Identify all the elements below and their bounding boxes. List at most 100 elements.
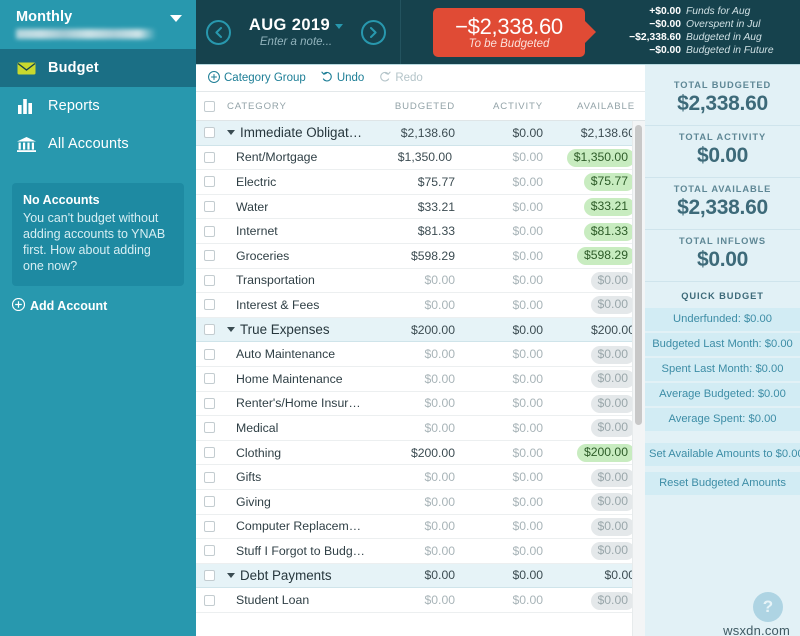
quick-budget-action-button[interactable]: Set Available Amounts to $0.00: [645, 443, 800, 468]
scrollbar-thumb[interactable]: [635, 125, 642, 425]
row-checkbox[interactable]: [203, 545, 215, 557]
category-name-cell[interactable]: Giving: [222, 495, 365, 509]
activity-cell[interactable]: $0.00: [465, 271, 553, 289]
activity-cell[interactable]: $0.00: [465, 419, 553, 437]
activity-cell[interactable]: $0.00: [465, 321, 553, 339]
row-checkbox[interactable]: [203, 348, 215, 360]
category-name-cell[interactable]: True Expenses: [222, 322, 365, 337]
row-checkbox[interactable]: [203, 471, 215, 483]
row-checkbox[interactable]: [203, 520, 215, 532]
activity-cell[interactable]: $0.00: [465, 394, 553, 412]
activity-cell[interactable]: $0.00: [465, 493, 553, 511]
category-name-cell[interactable]: Home Maintenance: [222, 372, 365, 386]
quick-budget-action-button[interactable]: Reset Budgeted Amounts: [645, 472, 800, 497]
category-name-cell[interactable]: Groceries: [222, 249, 365, 263]
category-name-cell[interactable]: Water: [222, 200, 365, 214]
prev-month-button[interactable]: [206, 19, 231, 45]
row-checkbox[interactable]: [203, 397, 215, 409]
month-selector[interactable]: AUG 2019: [240, 16, 352, 35]
activity-cell[interactable]: $0.00: [465, 345, 553, 363]
table-row[interactable]: Medical $0.00 $0.00 $0.00: [196, 416, 645, 441]
budgeted-cell[interactable]: $81.33: [365, 222, 465, 240]
activity-cell[interactable]: $0.00: [465, 198, 553, 216]
table-row[interactable]: Interest & Fees $0.00 $0.00 $0.00: [196, 293, 645, 318]
budgeted-cell[interactable]: $0.00: [365, 271, 465, 289]
row-checkbox[interactable]: [203, 274, 215, 286]
category-name-cell[interactable]: Student Loan: [222, 593, 365, 607]
category-name-cell[interactable]: Interest & Fees: [222, 298, 365, 312]
quick-budget-button[interactable]: Underfunded: $0.00: [645, 308, 800, 333]
table-row[interactable]: Auto Maintenance $0.00 $0.00 $0.00: [196, 342, 645, 367]
table-row[interactable]: Groceries $598.29 $0.00 $598.29: [196, 244, 645, 269]
budgeted-cell[interactable]: $0.00: [365, 370, 465, 388]
category-name-cell[interactable]: Computer Replacement: [222, 519, 365, 533]
category-name-cell[interactable]: Immediate Obligations: [222, 125, 365, 140]
category-name-cell[interactable]: Debt Payments: [222, 568, 365, 583]
table-row[interactable]: Computer Replacement $0.00 $0.00 $0.00: [196, 515, 645, 540]
category-group-row[interactable]: Immediate Obligations $2,138.60 $0.00 $2,13…: [196, 121, 645, 146]
collapse-triangle-icon[interactable]: [227, 130, 235, 136]
row-checkbox[interactable]: [203, 496, 215, 508]
table-row[interactable]: Gifts $0.00 $0.00 $0.00: [196, 465, 645, 490]
activity-cell[interactable]: $0.00: [465, 566, 553, 584]
category-name-cell[interactable]: Rent/Mortgage: [222, 150, 365, 164]
row-checkbox[interactable]: [203, 127, 215, 139]
activity-cell[interactable]: $0.00: [465, 591, 553, 609]
activity-cell[interactable]: $0.00: [465, 517, 553, 535]
category-name-cell[interactable]: Stuff I Forgot to Budget For: [222, 544, 365, 558]
table-row[interactable]: Renter's/Home Insurance $0.00 $0.00 $0.00: [196, 392, 645, 417]
row-checkbox[interactable]: [203, 201, 215, 213]
add-category-group-button[interactable]: Category Group: [208, 70, 306, 86]
category-name-cell[interactable]: Electric: [222, 175, 365, 189]
budgeted-cell[interactable]: $0.00: [365, 542, 465, 560]
help-button[interactable]: ?: [753, 592, 783, 622]
undo-button[interactable]: Undo: [321, 71, 364, 86]
budgeted-cell[interactable]: $200.00: [365, 444, 465, 462]
row-checkbox[interactable]: [203, 324, 215, 336]
category-name-cell[interactable]: Renter's/Home Insurance: [222, 396, 365, 410]
sidebar-item-reports[interactable]: Reports: [0, 87, 196, 125]
activity-cell[interactable]: $0.00: [465, 222, 553, 240]
table-row[interactable]: Clothing $200.00 $0.00 $200.00: [196, 441, 645, 466]
budgeted-cell[interactable]: $0.00: [365, 419, 465, 437]
row-checkbox[interactable]: [203, 373, 215, 385]
table-row[interactable]: Rent/Mortgage $1,350.00 $0.00 $1,350.00: [196, 146, 645, 171]
sidebar-item-budget[interactable]: Budget: [0, 49, 196, 87]
budgeted-cell[interactable]: $0.00: [365, 591, 465, 609]
quick-budget-button[interactable]: Average Budgeted: $0.00: [645, 383, 800, 408]
row-checkbox[interactable]: [203, 422, 215, 434]
category-name-cell[interactable]: Transportation: [222, 273, 365, 287]
row-checkbox[interactable]: [203, 176, 215, 188]
budgeted-cell[interactable]: $598.29: [365, 247, 465, 265]
category-name-cell[interactable]: Gifts: [222, 470, 365, 484]
row-checkbox[interactable]: [203, 225, 215, 237]
budget-switcher[interactable]: Monthly: [0, 0, 196, 49]
select-all-checkbox[interactable]: [203, 100, 215, 112]
row-checkbox[interactable]: [203, 569, 215, 581]
quick-budget-button[interactable]: Average Spent: $0.00: [645, 408, 800, 433]
collapse-triangle-icon[interactable]: [227, 572, 235, 578]
activity-cell[interactable]: $0.00: [465, 370, 553, 388]
budgeted-cell[interactable]: $1,350.00: [365, 148, 465, 166]
row-checkbox[interactable]: [203, 151, 215, 163]
quick-budget-button[interactable]: Budgeted Last Month: $0.00: [645, 333, 800, 358]
budgeted-cell[interactable]: $0.00: [365, 468, 465, 486]
category-name-cell[interactable]: Medical: [222, 421, 365, 435]
table-row[interactable]: Home Maintenance $0.00 $0.00 $0.00: [196, 367, 645, 392]
row-checkbox[interactable]: [203, 594, 215, 606]
activity-cell[interactable]: $0.00: [465, 444, 553, 462]
category-group-row[interactable]: Debt Payments $0.00 $0.00 $0.00: [196, 563, 645, 589]
activity-cell[interactable]: $0.00: [465, 542, 553, 560]
budgeted-cell[interactable]: $0.00: [365, 345, 465, 363]
table-row[interactable]: Electric $75.77 $0.00 $75.77: [196, 170, 645, 195]
table-row[interactable]: Giving $0.00 $0.00 $0.00: [196, 490, 645, 515]
sidebar-item-all-accounts[interactable]: All Accounts: [0, 125, 196, 163]
activity-cell[interactable]: $0.00: [465, 296, 553, 314]
budgeted-cell[interactable]: $0.00: [365, 566, 465, 584]
to-be-budgeted-button[interactable]: −$2,338.60 To be Budgeted: [433, 7, 596, 57]
row-checkbox[interactable]: [203, 447, 215, 459]
budgeted-cell[interactable]: $2,138.60: [365, 124, 465, 142]
budgeted-cell[interactable]: $33.21: [365, 198, 465, 216]
next-month-button[interactable]: [361, 19, 386, 45]
budgeted-cell[interactable]: $0.00: [365, 296, 465, 314]
